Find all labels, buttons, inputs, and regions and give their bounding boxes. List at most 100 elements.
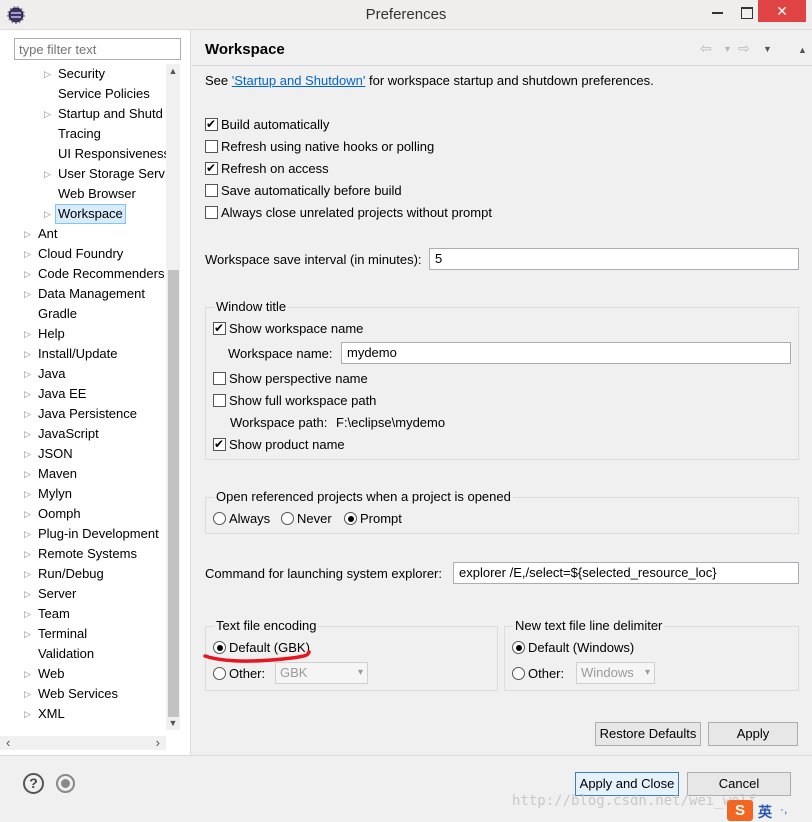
radio-button[interactable] [512,667,525,680]
checkbox-box[interactable] [205,206,218,219]
close-unrelated-projects-checkbox[interactable]: Always close unrelated projects without … [205,204,492,222]
tree-item[interactable]: ▷ Terminal [0,624,166,644]
expand-arrow-icon[interactable]: ▷ [24,284,34,304]
radio-button[interactable] [213,512,226,525]
radio-button[interactable] [213,667,226,680]
expand-arrow-icon[interactable]: ▷ [24,624,34,644]
expand-arrow-icon[interactable]: ▷ [24,404,34,424]
delimiter-other-combo[interactable]: Windows ▾ [576,662,655,684]
expand-arrow-icon[interactable]: ▷ [24,684,34,704]
expand-arrow-icon[interactable]: ▷ [44,164,54,184]
checkbox-box[interactable] [213,436,226,452]
show-perspective-name-checkbox[interactable]: Show perspective name [213,370,368,388]
tree-item[interactable]: ▷ Help [0,324,166,344]
delimiter-other-radio[interactable]: Other: [512,665,564,683]
checkbox-box[interactable] [205,116,218,132]
explorer-command-input[interactable]: explorer /E,/select=${selected_resource_… [453,562,799,584]
tree-item[interactable]: ▷ Mylyn [0,484,166,504]
expand-arrow-icon[interactable]: ▷ [44,64,54,84]
scroll-down-arrow-icon[interactable]: ▼ [166,716,180,730]
close-button[interactable]: ✕ [758,0,806,22]
tree-item[interactable]: Gradle [0,304,166,324]
minimize-button[interactable] [700,0,736,24]
ime-language-indicator[interactable]: 英 [758,802,772,822]
tree-item[interactable]: ▷ Oomph [0,504,166,524]
expand-arrow-icon[interactable]: ▷ [24,464,34,484]
expand-arrow-icon[interactable]: ▷ [24,264,34,284]
tree-item[interactable]: ▷ Code Recommenders [0,264,166,284]
checkbox-box[interactable] [205,160,218,176]
show-full-path-checkbox[interactable]: Show full workspace path [213,392,376,410]
tree-item[interactable]: ▷ Startup and Shutd [0,104,166,124]
expand-arrow-icon[interactable]: ▷ [24,244,34,264]
expand-arrow-icon[interactable]: ▷ [24,224,34,244]
tree-item[interactable]: ▷ JavaScript [0,424,166,444]
tree-item[interactable]: ▷ Java [0,364,166,384]
apply-button[interactable]: Apply [708,722,798,746]
tree-item[interactable]: ▷ User Storage Serv [0,164,166,184]
tree-item[interactable]: Tracing [0,124,166,144]
tree-item[interactable]: ▷ Security [0,64,166,84]
tree-horizontal-scrollbar[interactable]: ‹ › [0,736,166,750]
page-scrollbar[interactable]: ▲ [798,45,812,705]
scroll-up-arrow-icon[interactable]: ▲ [798,45,807,55]
tree-item[interactable]: ▷ Install/Update [0,344,166,364]
expand-arrow-icon[interactable]: ▷ [24,664,34,684]
tree-item[interactable]: UI Responsiveness [0,144,166,164]
record-macro-icon[interactable] [56,774,75,793]
tree-item[interactable]: Validation [0,644,166,664]
expand-arrow-icon[interactable]: ▷ [24,524,34,544]
checkbox-box[interactable] [213,372,226,385]
expand-arrow-icon[interactable]: ▷ [24,564,34,584]
back-menu-chevron-icon[interactable]: ▼ [723,44,732,54]
tree-item[interactable]: ▷ Web [0,664,166,684]
radio-button[interactable] [281,512,294,525]
checkbox-box[interactable] [205,140,218,153]
tree-item[interactable]: ▷ JSON [0,444,166,464]
tree-item[interactable]: ▷ Team [0,604,166,624]
back-arrow-icon[interactable]: ⇦ [700,40,712,57]
checkbox-box[interactable] [213,394,226,407]
view-menu-chevron-icon[interactable]: ▼ [763,44,772,54]
tree-item[interactable]: ▷ Maven [0,464,166,484]
scroll-up-arrow-icon[interactable]: ▲ [166,64,180,78]
tree-item[interactable]: ▷ Data Management [0,284,166,304]
expand-arrow-icon[interactable]: ▷ [44,204,54,224]
radio-button[interactable] [512,641,525,654]
show-product-name-checkbox[interactable]: Show product name [213,436,345,454]
expand-arrow-icon[interactable]: ▷ [24,544,34,564]
open-referenced-never-radio[interactable]: Never [281,510,332,528]
help-icon[interactable]: ? [23,773,44,794]
tree-item[interactable]: ▷ Ant [0,224,166,244]
open-referenced-prompt-radio[interactable]: Prompt [344,510,402,528]
tree-item[interactable]: ▷ Plug-in Development [0,524,166,544]
checkbox-box[interactable] [205,184,218,197]
expand-arrow-icon[interactable]: ▷ [24,584,34,604]
show-workspace-name-checkbox[interactable]: Show workspace name [213,320,363,338]
tree-item[interactable]: ▷ Web Services [0,684,166,704]
ime-logo-icon[interactable]: S [727,800,753,821]
checkbox-box[interactable] [213,320,226,336]
expand-arrow-icon[interactable]: ▷ [24,344,34,364]
open-referenced-always-radio[interactable]: Always [213,510,270,528]
maximize-button[interactable] [736,0,758,24]
tree-item[interactable]: ▷ Java Persistence [0,404,166,424]
expand-arrow-icon[interactable]: ▷ [24,364,34,384]
delimiter-default-radio[interactable]: Default (Windows) [512,639,634,657]
radio-button[interactable] [344,512,357,525]
scrollbar-thumb[interactable] [168,270,179,717]
tree-vertical-scrollbar[interactable]: ▲ ▼ [166,64,180,730]
ime-punctuation-indicator[interactable]: ·, [780,802,787,816]
tree-item[interactable]: ▷ XML [0,704,166,724]
expand-arrow-icon[interactable]: ▷ [24,704,34,724]
tree-item[interactable]: ▷ Java EE [0,384,166,404]
expand-arrow-icon[interactable]: ▷ [24,484,34,504]
forward-arrow-icon[interactable]: ⇨ [738,40,750,57]
save-before-build-checkbox[interactable]: Save automatically before build [205,182,402,200]
scroll-left-arrow-icon[interactable]: ‹ [6,736,10,750]
filter-input[interactable] [14,38,181,60]
tree-item[interactable]: ▷ Run/Debug [0,564,166,584]
save-interval-input[interactable]: 5 [429,248,799,270]
expand-arrow-icon[interactable]: ▷ [44,104,54,124]
tree-item[interactable]: ▷ Cloud Foundry [0,244,166,264]
